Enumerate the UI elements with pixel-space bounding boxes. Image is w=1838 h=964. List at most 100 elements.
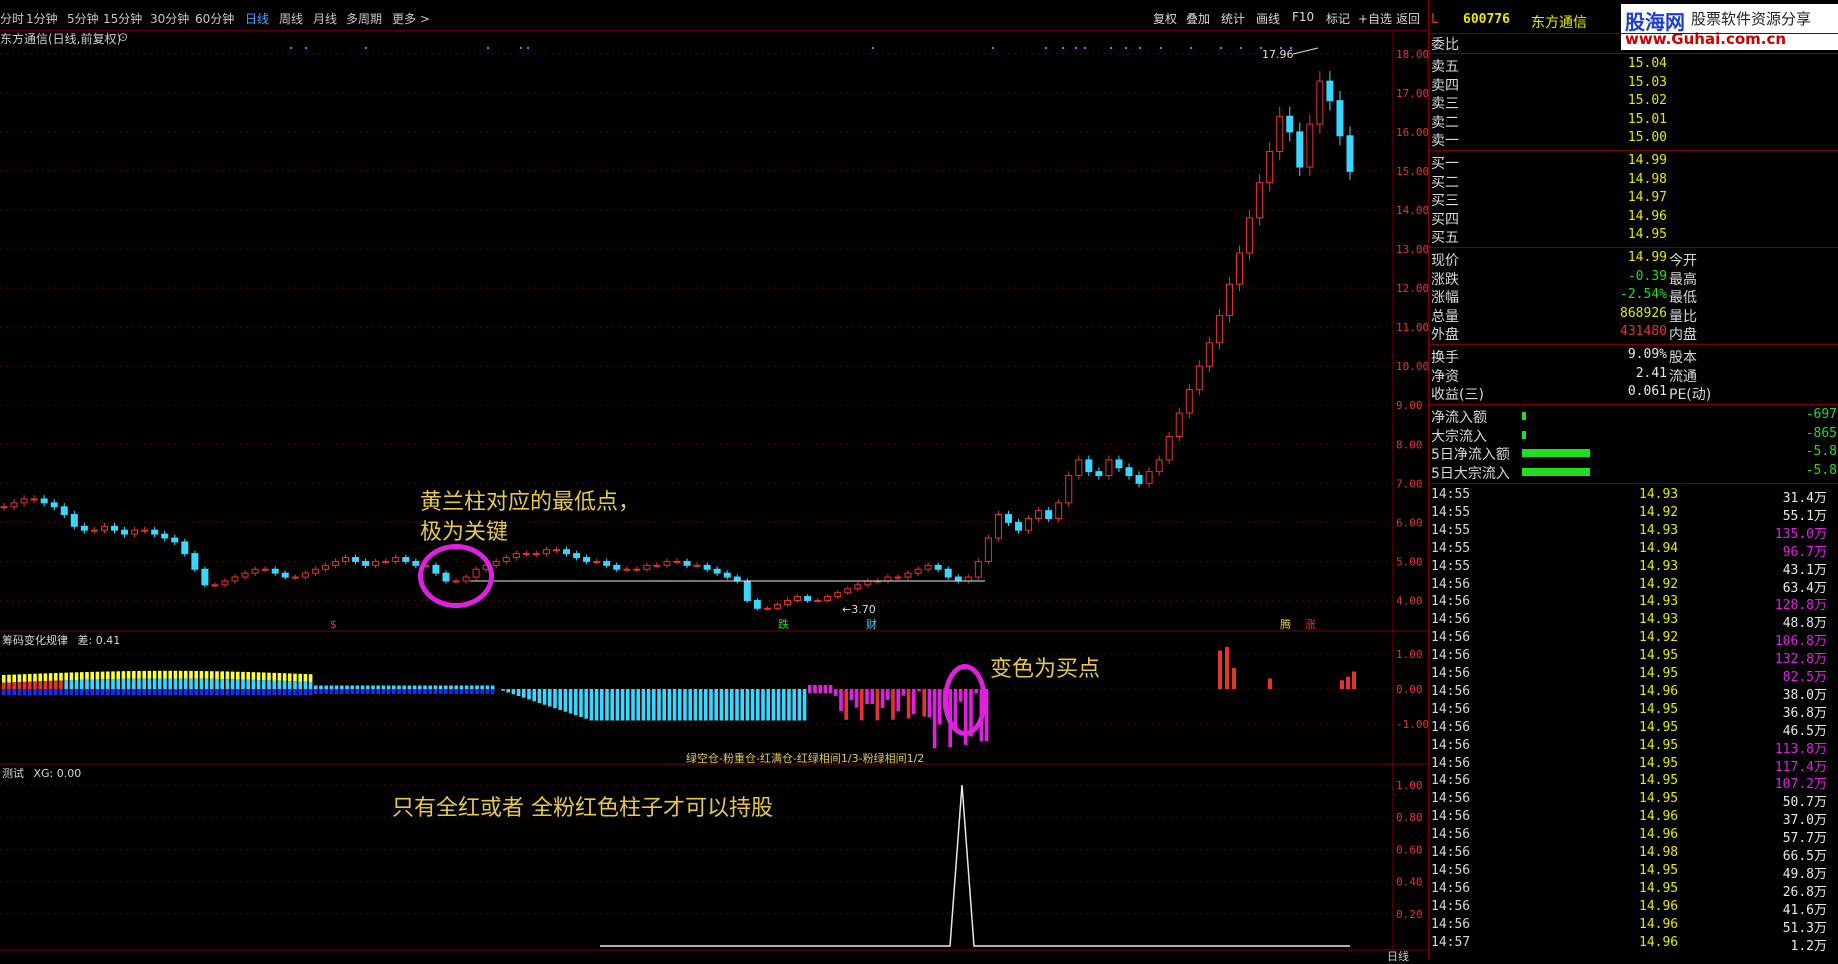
ind1-bar bbox=[189, 689, 193, 695]
row-value: 15.03 bbox=[1627, 74, 1667, 90]
ind1-bar bbox=[293, 681, 297, 689]
ind1-bar bbox=[386, 685, 391, 689]
ind1-bar bbox=[168, 670, 172, 679]
ind1-bar bbox=[152, 678, 157, 689]
ind1-bar bbox=[340, 689, 344, 694]
candle-body bbox=[663, 560, 671, 566]
ind1-bar bbox=[704, 689, 708, 721]
row-value: 14.99 bbox=[1627, 250, 1667, 265]
ind1-bar bbox=[12, 682, 16, 689]
ind1-bar bbox=[626, 689, 630, 721]
row-value: -2.54% bbox=[1620, 287, 1667, 303]
tick-time: 14:56 bbox=[1431, 666, 1471, 681]
tick-price: 14.95 bbox=[1639, 719, 1679, 735]
tick-volume: 135.0万 bbox=[1774, 526, 1827, 542]
candle-body bbox=[1125, 467, 1133, 477]
ind1-bar bbox=[667, 689, 672, 721]
candle-body bbox=[954, 576, 962, 582]
ind1-bar bbox=[272, 680, 276, 689]
ind1-bar bbox=[839, 689, 843, 712]
ind1-bar bbox=[220, 689, 224, 695]
ind1-bar bbox=[480, 685, 484, 689]
annotation-lowest-point: 黄兰柱对应的最低点， 极为关键 bbox=[420, 490, 641, 545]
ind1-bar bbox=[308, 689, 313, 695]
event-dot bbox=[305, 47, 307, 49]
ind1-bar bbox=[256, 680, 261, 689]
ind1-bar bbox=[698, 689, 703, 721]
ind1-bar bbox=[298, 673, 302, 682]
stock-code[interactable]: 600776 bbox=[1463, 12, 1510, 27]
candle-body bbox=[1326, 80, 1334, 102]
flow-value: -865 bbox=[1805, 425, 1837, 441]
tick-price: 14.96 bbox=[1639, 898, 1679, 914]
tick-row: 14:56 14.95 46.5万 bbox=[1429, 719, 1838, 739]
ind1-bar bbox=[459, 689, 464, 694]
y-tick-label: 14.00 bbox=[1396, 204, 1428, 217]
indicator1-label[interactable]: 筹码变化规律 差: 0.41 bbox=[2, 632, 120, 648]
ind1-bar bbox=[797, 689, 802, 721]
tick-time: 14:55 bbox=[1431, 558, 1471, 574]
row-label: 现价 bbox=[1431, 253, 1459, 269]
candle-body bbox=[70, 514, 78, 527]
y-tick-label: 9.00 bbox=[1396, 399, 1423, 412]
ind1-bar bbox=[522, 689, 526, 698]
ind1-bar bbox=[173, 689, 178, 695]
tick-row: 14:56 14.96 37.0万 bbox=[1429, 809, 1838, 828]
ind1-bar bbox=[355, 685, 360, 689]
tick-row: 14:56 14.96 38.0万 bbox=[1429, 684, 1838, 703]
ind1-bar bbox=[189, 678, 193, 689]
event-mark: $ bbox=[330, 618, 337, 631]
ind1-bar bbox=[891, 689, 895, 720]
ind1-bar bbox=[444, 685, 448, 689]
ind1-bar bbox=[886, 689, 890, 700]
ind1-bar bbox=[563, 689, 568, 712]
ind1-bar bbox=[485, 685, 490, 689]
ind1-bar bbox=[542, 689, 547, 705]
candle-body bbox=[502, 557, 510, 562]
ind1-bar bbox=[189, 670, 193, 679]
candle-body bbox=[573, 553, 581, 559]
tick-volume: 57.7万 bbox=[1782, 831, 1827, 847]
tick-price: 14.95 bbox=[1639, 773, 1679, 789]
candle-body bbox=[1155, 459, 1163, 473]
ind1-bar bbox=[158, 678, 162, 689]
ind1-bar bbox=[615, 689, 620, 721]
flow-row: 净流入额 -697 bbox=[1429, 407, 1838, 426]
row-value: 868926 bbox=[1620, 305, 1667, 321]
candle-body bbox=[743, 580, 751, 601]
indicator2-label[interactable]: 测试 XG: 0.00 bbox=[2, 765, 81, 781]
ind1-bar bbox=[90, 679, 94, 689]
ind1-bar bbox=[438, 685, 443, 689]
candle-body bbox=[1175, 412, 1183, 437]
row-label: 涨幅 bbox=[1431, 290, 1459, 307]
ind1-bar bbox=[251, 679, 256, 689]
row-label: 卖五 bbox=[1431, 59, 1459, 75]
tick-volume: 46.5万 bbox=[1782, 723, 1827, 739]
ind1-bar bbox=[28, 689, 32, 695]
tick-volume: 51.3万 bbox=[1782, 920, 1827, 936]
high-price-label: 17.96 bbox=[1262, 48, 1294, 61]
tick-price: 14.95 bbox=[1639, 755, 1679, 771]
ind1-bar bbox=[776, 689, 781, 721]
event-dot bbox=[527, 47, 529, 49]
ind1-bar bbox=[501, 689, 505, 691]
ind1-bar bbox=[423, 685, 427, 689]
ind1-bar bbox=[745, 689, 750, 721]
candle-body bbox=[161, 533, 169, 539]
ind1-bar bbox=[844, 689, 848, 720]
ind1-bar bbox=[808, 685, 812, 693]
tick-time: 14:56 bbox=[1431, 755, 1471, 771]
candle-body bbox=[30, 498, 38, 501]
tick-time: 14:56 bbox=[1431, 862, 1471, 878]
ind1-bar bbox=[241, 671, 245, 680]
period-footer-tab[interactable]: 日线 bbox=[1387, 948, 1409, 964]
tick-volume: 26.8万 bbox=[1782, 884, 1827, 900]
candle-body bbox=[80, 525, 88, 531]
logo-slogan: 股票软件资源分享 bbox=[1691, 10, 1812, 28]
candle-body bbox=[593, 560, 601, 563]
candle-body bbox=[231, 576, 239, 582]
ind1-bar bbox=[163, 670, 167, 679]
candle-body bbox=[281, 572, 289, 578]
ind1-bar bbox=[329, 689, 334, 694]
candle-body bbox=[1346, 135, 1354, 172]
